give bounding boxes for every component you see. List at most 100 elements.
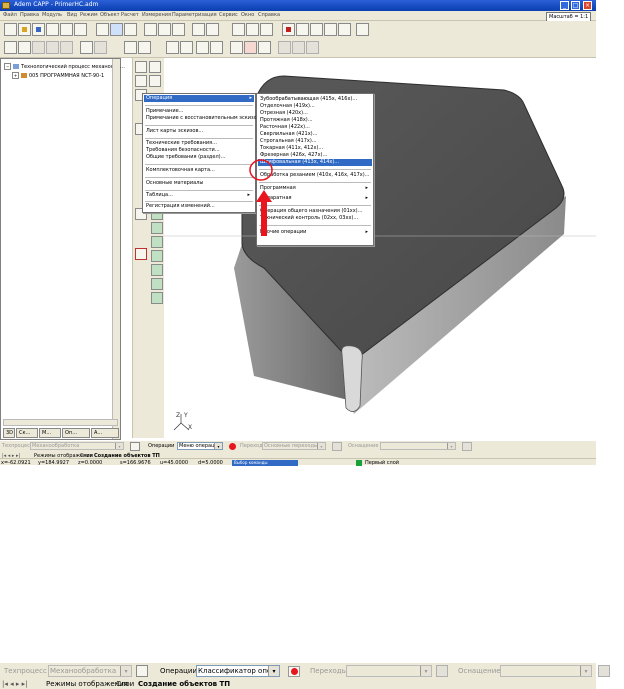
menu-measure[interactable]: Измерения — [142, 12, 171, 18]
cube-icon[interactable] — [310, 23, 323, 36]
sheet-icon[interactable] — [138, 41, 151, 54]
disabled-icon-3[interactable] — [60, 41, 73, 54]
menu-module[interactable]: Модуль — [42, 12, 62, 18]
window-icon[interactable] — [110, 23, 123, 36]
tree-child[interactable]: +005 ПРОГРАММНАЯ NCT-90-1 — [12, 72, 104, 79]
move-icon[interactable] — [296, 23, 309, 36]
redo-disabled-icon[interactable] — [94, 41, 107, 54]
tool-3-icon[interactable] — [149, 75, 161, 87]
undo-icon[interactable] — [80, 41, 93, 54]
dropdown-arrow-icon[interactable]: ▾ — [420, 666, 431, 676]
tool-green-3-icon[interactable] — [151, 236, 163, 248]
menu-item-note-sketch[interactable]: Примечание с восстановительным эскизом..… — [146, 115, 265, 122]
close-button[interactable]: × — [583, 1, 592, 10]
menu-item-operation[interactable]: Операция ▸ — [144, 95, 254, 102]
check-icon[interactable] — [258, 41, 271, 54]
techprocess-combo[interactable]: Механообработка ▾ — [30, 442, 124, 450]
assembly-icon[interactable] — [4, 41, 17, 54]
list-icon[interactable] — [158, 23, 171, 36]
disabled-icon-6[interactable] — [306, 41, 319, 54]
circle-icon[interactable] — [172, 23, 185, 36]
menu-object[interactable]: Объект — [100, 12, 120, 18]
tab-create-objects[interactable]: Создание объектов ТП — [138, 680, 230, 688]
operations-combo[interactable]: Меню операций ▾ — [177, 442, 223, 450]
equipment-edit-icon[interactable] — [462, 442, 472, 451]
tab-3d[interactable]: 3D — [3, 428, 15, 438]
stop-button[interactable] — [288, 666, 300, 677]
part-icon[interactable] — [18, 41, 31, 54]
select-icon[interactable] — [246, 23, 259, 36]
submenu-cutoff[interactable]: Отрезная (420х)... — [260, 110, 308, 117]
transition-edit-icon[interactable] — [436, 665, 448, 677]
new-file-icon[interactable] — [4, 23, 17, 36]
tool-select-icon[interactable] — [135, 61, 147, 73]
layers-icon[interactable] — [282, 23, 295, 36]
tab-a[interactable]: А... — [91, 428, 119, 438]
transitions-combo[interactable]: ▾ — [346, 665, 432, 677]
open-folder-icon[interactable] — [18, 23, 31, 36]
dropdown-arrow-icon[interactable]: ▾ — [268, 666, 279, 676]
disabled-icon-1[interactable] — [32, 41, 45, 54]
tree-horizontal-scrollbar[interactable] — [3, 419, 118, 426]
submenu-broaching[interactable]: Протяжная (418х)... — [260, 117, 313, 124]
tool-green-2-icon[interactable] — [151, 222, 163, 234]
operation-icon[interactable] — [180, 41, 193, 54]
tool-stop-icon[interactable] — [135, 248, 147, 260]
menu-item-kit-card[interactable]: Комплектовочная карта... — [146, 167, 215, 174]
table-icon[interactable] — [124, 41, 137, 54]
transition-edit-icon[interactable] — [332, 442, 342, 451]
submenu-gear[interactable]: Зубообрабатывающая (415х, 416х)... — [260, 96, 357, 103]
edit-operation-icon[interactable] — [136, 665, 148, 677]
menu-item-note[interactable]: Примечание... — [146, 108, 183, 115]
stop-icon[interactable] — [229, 443, 236, 450]
dropdown-arrow-icon[interactable]: ▾ — [214, 443, 222, 449]
disabled-icon-4[interactable] — [278, 41, 291, 54]
tab-nav-arrows-icon[interactable]: |◂ ◂ ▸ ▸| — [2, 680, 27, 688]
collapse-icon[interactable]: − — [4, 63, 11, 70]
grid-icon[interactable] — [356, 23, 369, 36]
menu-calc[interactable]: Расчет — [121, 12, 139, 18]
rotate-icon[interactable] — [324, 23, 337, 36]
disabled-icon-2[interactable] — [46, 41, 59, 54]
page-icon[interactable] — [96, 23, 109, 36]
columns-icon[interactable] — [210, 41, 223, 54]
equipment-combo[interactable]: ▾ — [380, 442, 456, 450]
tool-green-7-icon[interactable] — [151, 292, 163, 304]
transitions-combo[interactable]: Основные переходы ▾ — [262, 442, 326, 450]
view-icon[interactable] — [206, 23, 219, 36]
menu-item-changes[interactable]: Регистрация изменений... — [146, 203, 215, 210]
print-icon[interactable] — [46, 23, 59, 36]
menu-mode[interactable]: Режим — [80, 12, 98, 18]
menu-param[interactable]: Параметризация — [172, 12, 217, 18]
dropdown-arrow-icon[interactable]: ▾ — [120, 666, 131, 676]
minimize-button[interactable]: _ — [560, 1, 569, 10]
tool-green-5-icon[interactable] — [151, 264, 163, 276]
menu-help[interactable]: Справка — [258, 12, 280, 18]
menu-service[interactable]: Сервис — [219, 12, 238, 18]
submenu-finishing[interactable]: Отделочная (419х)... — [260, 103, 315, 110]
disabled-icon-5[interactable] — [292, 41, 305, 54]
menu-item-table[interactable]: Таблица... ▸ — [146, 192, 252, 199]
nodes-icon[interactable] — [124, 23, 137, 36]
menu-view[interactable]: Вид — [67, 12, 77, 18]
operations-combo[interactable]: Классификатор операц ▾ — [196, 665, 280, 677]
submenu-boring[interactable]: Расточная (422х)... — [260, 124, 310, 131]
tree-root[interactable]: − Технологический процесс механообр... — [4, 63, 125, 70]
tool-arrow-icon[interactable] — [149, 61, 161, 73]
maximize-button[interactable]: □ — [571, 1, 580, 10]
tree-icon[interactable] — [166, 41, 179, 54]
tool-green-6-icon[interactable] — [151, 278, 163, 290]
dropdown-arrow-icon[interactable]: ▾ — [115, 443, 123, 449]
snap-icon[interactable] — [230, 41, 243, 54]
tool-green-4-icon[interactable] — [151, 250, 163, 262]
dropdown-arrow-icon[interactable]: ▾ — [317, 443, 325, 449]
save-icon[interactable] — [32, 23, 45, 36]
tool-2-icon[interactable] — [135, 75, 147, 87]
edit-operation-icon[interactable] — [130, 442, 140, 451]
zoom-icon[interactable] — [192, 23, 205, 36]
menu-edit[interactable]: Правка — [20, 12, 39, 18]
paste-icon[interactable] — [74, 23, 87, 36]
menu-item-tech-req[interactable]: Технические требования... — [146, 140, 217, 147]
menu-item-sketch-sheet[interactable]: Лист карты эскизов... — [146, 128, 203, 135]
dropdown-arrow-icon[interactable]: ▾ — [580, 666, 591, 676]
